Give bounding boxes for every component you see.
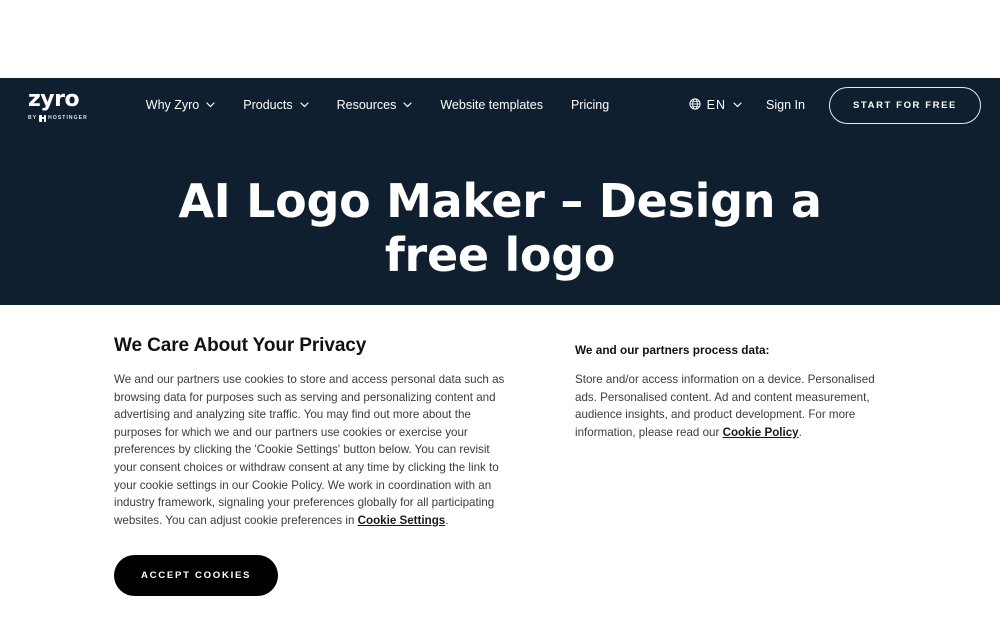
hero-section: zyro BY HOSTINGER Why Zyro Products Reso… [0,78,1000,305]
language-selector[interactable]: EN [689,97,742,113]
cookie-consent-panel: We Care About Your Privacy We and our pa… [0,305,1000,597]
sign-in-link[interactable]: Sign In [766,98,805,112]
logo-byline: BY HOSTINGER [28,114,88,122]
main-navbar: zyro BY HOSTINGER Why Zyro Products Reso… [0,78,1000,132]
nav-item-label: Products [243,98,293,112]
hero-heading: AI Logo Maker – Design a free logo [178,174,822,283]
cookie-settings-link[interactable]: Cookie Settings [358,514,446,527]
partners-body-text: Store and/or access information on a dev… [575,371,875,441]
nav-item-label: Website templates [440,98,543,112]
nav-item-label: Resources [336,98,397,112]
globe-icon [689,97,701,113]
nav-item-label: Pricing [570,98,610,112]
chevron-down-icon [206,102,215,108]
logo-by-text: BY [28,114,38,121]
partners-body-period: . [798,425,802,439]
top-white-strip [0,0,1000,78]
consent-primary-column: We Care About Your Privacy We and our pa… [114,335,506,597]
consent-body-text: We and our partners use cookies to store… [114,371,506,529]
consent-partners-column: We and our partners process data: Store … [575,335,875,596]
nav-item-website-templates[interactable]: Website templates [426,92,557,118]
chevron-down-icon [733,102,742,108]
consent-body-part: We and our partners use cookies to store… [114,373,505,527]
navbar-right-actions: EN Sign In START FOR FREE [689,86,981,124]
cookie-policy-link[interactable]: Cookie Policy [723,426,799,439]
logo-wordmark: zyro [28,86,80,112]
nav-item-why-zyro[interactable]: Why Zyro [132,92,229,118]
partners-heading: We and our partners process data: [575,343,770,357]
consent-body-period: . [445,513,449,527]
hostinger-h-icon [39,114,47,122]
logo-parent-text: HOSTINGER [48,114,88,121]
nav-item-resources[interactable]: Resources [323,92,427,118]
accept-cookies-button[interactable]: ACCEPT COOKIES [114,555,279,597]
chevron-down-icon [300,102,309,108]
chevron-down-icon [403,102,412,108]
nav-item-products[interactable]: Products [229,92,322,118]
nav-links: Why Zyro Products Resources Website temp… [132,92,623,118]
nav-item-pricing[interactable]: Pricing [557,92,623,118]
start-for-free-button[interactable]: START FOR FREE [828,86,981,124]
nav-item-label: Why Zyro [145,98,200,112]
zyro-logo[interactable]: zyro BY HOSTINGER [28,86,88,122]
language-code: EN [706,98,727,112]
consent-title: We Care About Your Privacy [114,335,367,356]
